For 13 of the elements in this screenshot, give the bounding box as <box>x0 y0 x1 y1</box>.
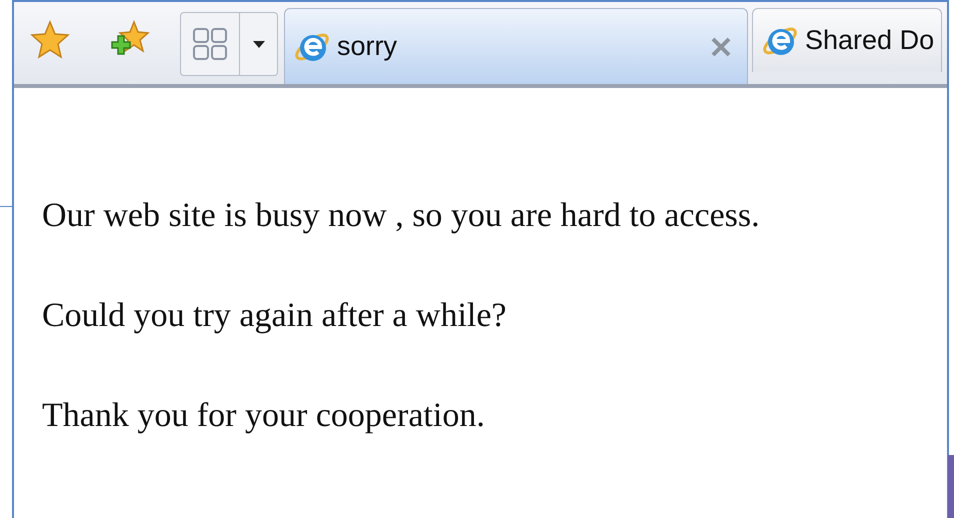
tab-title: sorry <box>337 30 398 64</box>
message-text: Could you try again after a while? <box>42 296 508 336</box>
tab-title: Shared Do <box>805 24 935 58</box>
favorites-star-icon[interactable] <box>30 20 70 60</box>
close-icon[interactable] <box>711 36 731 56</box>
grid-icon <box>193 28 227 60</box>
message-text: Our web site is busy now , so you are hard to access. <box>42 196 761 236</box>
quick-tabs-button[interactable] <box>180 12 240 76</box>
browser-tab[interactable]: sorry <box>284 8 748 84</box>
message-text: Thank you for your cooperation. <box>42 396 486 436</box>
tab-list-button[interactable] <box>240 12 278 76</box>
caret-icon <box>252 40 264 48</box>
browser-tab[interactable]: Shared Do <box>752 8 942 72</box>
